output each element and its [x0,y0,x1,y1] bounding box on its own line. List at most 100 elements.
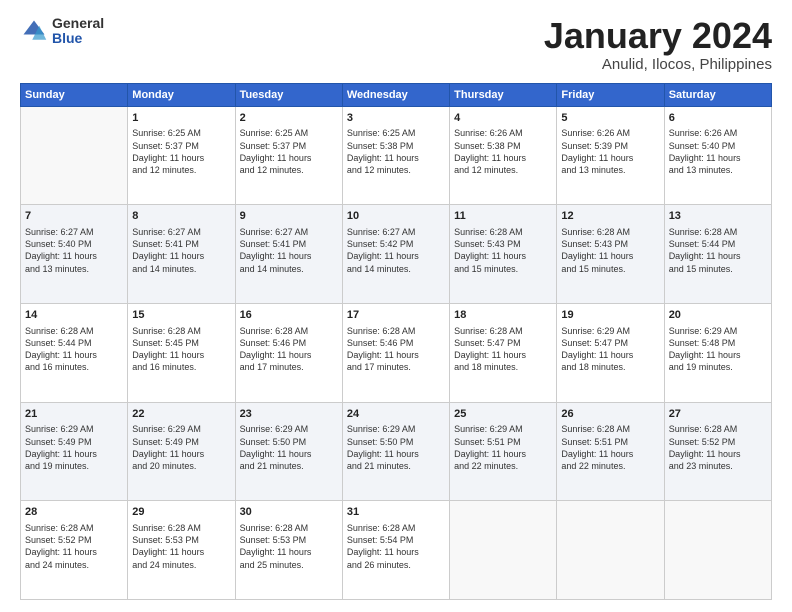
day-info: Sunrise: 6:29 AMSunset: 5:51 PMDaylight:… [454,423,552,472]
day-info: Sunrise: 6:28 AMSunset: 5:44 PMDaylight:… [25,325,123,374]
calendar-week-4: 28Sunrise: 6:28 AMSunset: 5:52 PMDayligh… [21,501,772,600]
day-number: 29 [132,505,230,520]
day-info: Sunrise: 6:28 AMSunset: 5:43 PMDaylight:… [454,226,552,275]
day-number: 25 [454,407,552,422]
day-number: 10 [347,209,445,224]
calendar-cell [664,501,771,600]
calendar-cell: 8 Sunrise: 6:27 AMSunset: 5:41 PMDaylight… [128,205,235,304]
day-number: 30 [240,505,338,520]
day-info: Sunrise: 6:26 AMSunset: 5:38 PMDaylight:… [454,127,552,176]
calendar-cell: 9 Sunrise: 6:27 AMSunset: 5:41 PMDaylight… [235,205,342,304]
calendar-cell: 15 Sunrise: 6:28 AMSunset: 5:45 PMDayligh… [128,303,235,402]
day-info: Sunrise: 6:28 AMSunset: 5:46 PMDaylight:… [347,325,445,374]
header-friday: Friday [557,83,664,106]
calendar-title: January 2024 [544,16,772,56]
page: General Blue January 2024 Anulid, Ilocos… [0,0,792,612]
day-number: 17 [347,308,445,323]
calendar-cell: 23Sunrise: 6:29 AMSunset: 5:50 PMDayligh… [235,402,342,501]
day-info: Sunrise: 6:27 AMSunset: 5:41 PMDaylight:… [240,226,338,275]
calendar-cell: 17 Sunrise: 6:28 AMSunset: 5:46 PMDayligh… [342,303,449,402]
day-number: 1 [132,111,230,126]
day-info: Sunrise: 6:27 AMSunset: 5:40 PMDaylight:… [25,226,123,275]
day-info: Sunrise: 6:28 AMSunset: 5:54 PMDaylight:… [347,522,445,571]
calendar-cell: 25Sunrise: 6:29 AMSunset: 5:51 PMDayligh… [450,402,557,501]
day-info: Sunrise: 6:28 AMSunset: 5:43 PMDaylight:… [561,226,659,275]
day-info: Sunrise: 6:28 AMSunset: 5:52 PMDaylight:… [25,522,123,571]
calendar-cell: 6Sunrise: 6:26 AMSunset: 5:40 PMDaylight… [664,106,771,205]
calendar-table: SundayMondayTuesdayWednesdayThursdayFrid… [20,83,772,600]
day-number: 12 [561,209,659,224]
day-number: 9 [240,209,338,224]
header-thursday: Thursday [450,83,557,106]
calendar-location: Anulid, Ilocos, Philippines [544,56,772,73]
day-info: Sunrise: 6:28 AMSunset: 5:46 PMDaylight:… [240,325,338,374]
day-info: Sunrise: 6:29 AMSunset: 5:49 PMDaylight:… [25,423,123,472]
day-number: 26 [561,407,659,422]
calendar-cell: 1Sunrise: 6:25 AMSunset: 5:37 PMDaylight… [128,106,235,205]
day-number: 16 [240,308,338,323]
day-info: Sunrise: 6:28 AMSunset: 5:53 PMDaylight:… [240,522,338,571]
calendar-week-1: 7 Sunrise: 6:27 AMSunset: 5:40 PMDaylight… [21,205,772,304]
day-number: 2 [240,111,338,126]
calendar-week-0: 1Sunrise: 6:25 AMSunset: 5:37 PMDaylight… [21,106,772,205]
day-info: Sunrise: 6:27 AMSunset: 5:41 PMDaylight:… [132,226,230,275]
day-info: Sunrise: 6:28 AMSunset: 5:45 PMDaylight:… [132,325,230,374]
calendar-cell: 13 Sunrise: 6:28 AMSunset: 5:44 PMDayligh… [664,205,771,304]
day-info: Sunrise: 6:29 AMSunset: 5:47 PMDaylight:… [561,325,659,374]
day-number: 8 [132,209,230,224]
calendar-cell: 5Sunrise: 6:26 AMSunset: 5:39 PMDaylight… [557,106,664,205]
calendar-cell: 7 Sunrise: 6:27 AMSunset: 5:40 PMDaylight… [21,205,128,304]
header-wednesday: Wednesday [342,83,449,106]
day-info: Sunrise: 6:29 AMSunset: 5:50 PMDaylight:… [347,423,445,472]
day-number: 15 [132,308,230,323]
calendar-cell: 27Sunrise: 6:28 AMSunset: 5:52 PMDayligh… [664,402,771,501]
calendar-cell: 20 Sunrise: 6:29 AMSunset: 5:48 PMDayligh… [664,303,771,402]
calendar-cell [21,106,128,205]
day-number: 5 [561,111,659,126]
calendar-cell: 28Sunrise: 6:28 AMSunset: 5:52 PMDayligh… [21,501,128,600]
calendar-week-2: 14 Sunrise: 6:28 AMSunset: 5:44 PMDayligh… [21,303,772,402]
logo-text: General Blue [52,16,104,47]
day-number: 27 [669,407,767,422]
calendar-cell: 31Sunrise: 6:28 AMSunset: 5:54 PMDayligh… [342,501,449,600]
day-number: 18 [454,308,552,323]
header-saturday: Saturday [664,83,771,106]
day-number: 14 [25,308,123,323]
day-info: Sunrise: 6:28 AMSunset: 5:52 PMDaylight:… [669,423,767,472]
day-info: Sunrise: 6:28 AMSunset: 5:44 PMDaylight:… [669,226,767,275]
calendar-cell: 26Sunrise: 6:28 AMSunset: 5:51 PMDayligh… [557,402,664,501]
day-info: Sunrise: 6:27 AMSunset: 5:42 PMDaylight:… [347,226,445,275]
calendar-cell: 11Sunrise: 6:28 AMSunset: 5:43 PMDayligh… [450,205,557,304]
calendar-cell: 21Sunrise: 6:29 AMSunset: 5:49 PMDayligh… [21,402,128,501]
day-info: Sunrise: 6:28 AMSunset: 5:47 PMDaylight:… [454,325,552,374]
day-info: Sunrise: 6:29 AMSunset: 5:50 PMDaylight:… [240,423,338,472]
day-number: 21 [25,407,123,422]
calendar-cell: 16 Sunrise: 6:28 AMSunset: 5:46 PMDayligh… [235,303,342,402]
calendar-week-3: 21Sunrise: 6:29 AMSunset: 5:49 PMDayligh… [21,402,772,501]
logo: General Blue [20,16,104,47]
calendar-header-row: SundayMondayTuesdayWednesdayThursdayFrid… [21,83,772,106]
day-info: Sunrise: 6:25 AMSunset: 5:37 PMDaylight:… [132,127,230,176]
day-number: 22 [132,407,230,422]
day-number: 7 [25,209,123,224]
day-info: Sunrise: 6:26 AMSunset: 5:39 PMDaylight:… [561,127,659,176]
day-number: 20 [669,308,767,323]
day-info: Sunrise: 6:29 AMSunset: 5:48 PMDaylight:… [669,325,767,374]
logo-general-text: General [52,16,104,31]
day-info: Sunrise: 6:25 AMSunset: 5:38 PMDaylight:… [347,127,445,176]
calendar-cell: 4Sunrise: 6:26 AMSunset: 5:38 PMDaylight… [450,106,557,205]
calendar-cell: 2Sunrise: 6:25 AMSunset: 5:37 PMDaylight… [235,106,342,205]
day-number: 23 [240,407,338,422]
calendar-cell [557,501,664,600]
calendar-cell: 24Sunrise: 6:29 AMSunset: 5:50 PMDayligh… [342,402,449,501]
day-number: 13 [669,209,767,224]
day-number: 3 [347,111,445,126]
calendar-cell [450,501,557,600]
calendar-cell: 12 Sunrise: 6:28 AMSunset: 5:43 PMDayligh… [557,205,664,304]
day-number: 6 [669,111,767,126]
day-info: Sunrise: 6:29 AMSunset: 5:49 PMDaylight:… [132,423,230,472]
day-number: 4 [454,111,552,126]
header-tuesday: Tuesday [235,83,342,106]
day-info: Sunrise: 6:28 AMSunset: 5:51 PMDaylight:… [561,423,659,472]
header-monday: Monday [128,83,235,106]
